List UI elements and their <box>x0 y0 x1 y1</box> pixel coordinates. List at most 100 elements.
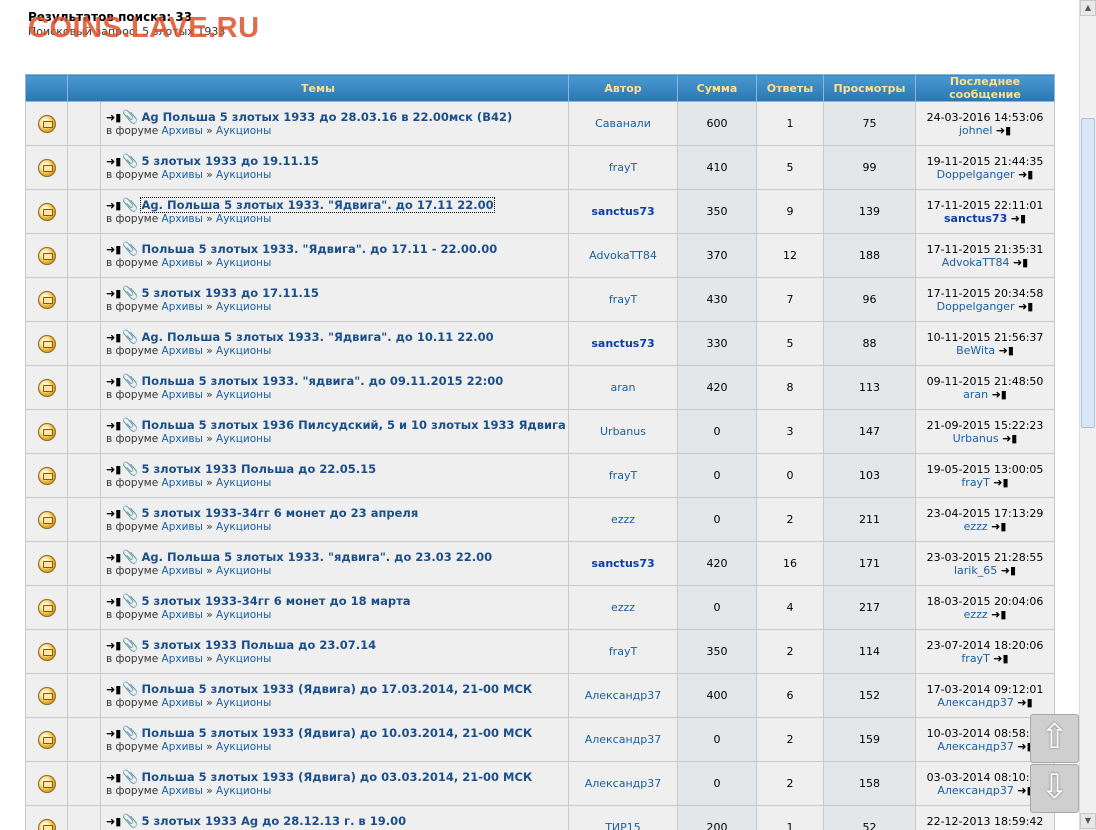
header-author[interactable]: Автор <box>568 74 678 102</box>
go-to-first-unread-icon[interactable]: ➜▮ <box>106 815 121 828</box>
author-link[interactable]: ezzz <box>568 497 678 542</box>
header-sum[interactable]: Сумма <box>677 74 757 102</box>
forum-child-link[interactable]: Аукционы <box>216 653 271 665</box>
go-to-first-unread-icon[interactable]: ➜▮ <box>106 111 121 124</box>
forum-parent-link[interactable]: Архивы <box>162 125 203 137</box>
topic-title-link[interactable]: Ag Польша 5 злотых 1933 до 28.03.16 в 22… <box>141 110 512 124</box>
go-to-last-post-icon[interactable]: ➜▮ <box>1011 212 1026 225</box>
author-link[interactable]: frayT <box>568 277 678 322</box>
last-post-author-link[interactable]: Doppelganger <box>937 300 1015 313</box>
forum-child-link[interactable]: Аукционы <box>216 345 271 357</box>
go-to-first-unread-icon[interactable]: ➜▮ <box>106 551 121 564</box>
forum-parent-link[interactable]: Архивы <box>162 477 203 489</box>
forum-child-link[interactable]: Аукционы <box>216 389 271 401</box>
scrollbar-thumb[interactable] <box>1081 118 1095 428</box>
forum-parent-link[interactable]: Архивы <box>162 389 203 401</box>
forum-parent-link[interactable]: Архивы <box>162 653 203 665</box>
topic-title-link[interactable]: 5 злотых 1933-34гг 6 монет до 18 марта <box>141 594 410 608</box>
go-to-last-post-icon[interactable]: ➜▮ <box>1018 300 1033 313</box>
go-to-first-unread-icon[interactable]: ➜▮ <box>106 155 121 168</box>
header-last-post[interactable]: Последнее сообщение <box>915 74 1055 102</box>
last-post-author-link[interactable]: Urbanus <box>953 432 999 445</box>
forum-child-link[interactable]: Аукционы <box>216 257 271 269</box>
forum-child-link[interactable]: Аукционы <box>216 565 271 577</box>
scroll-up-arrow-icon[interactable]: ⇧ <box>1030 714 1079 763</box>
author-link[interactable]: AdvokaTT84 <box>568 233 678 278</box>
go-to-last-post-icon[interactable]: ➜▮ <box>993 652 1008 665</box>
forum-parent-link[interactable]: Архивы <box>162 565 203 577</box>
go-to-first-unread-icon[interactable]: ➜▮ <box>106 727 121 740</box>
vertical-scrollbar[interactable]: ▲ ▼ <box>1079 0 1096 830</box>
forum-child-link[interactable]: Аукционы <box>216 213 271 225</box>
go-to-first-unread-icon[interactable]: ➜▮ <box>106 243 121 256</box>
forum-child-link[interactable]: Аукционы <box>216 741 271 753</box>
author-link[interactable]: frayT <box>568 629 678 674</box>
header-topics[interactable]: Темы <box>67 74 569 102</box>
go-to-first-unread-icon[interactable]: ➜▮ <box>106 419 121 432</box>
forum-parent-link[interactable]: Архивы <box>162 609 203 621</box>
go-to-first-unread-icon[interactable]: ➜▮ <box>106 683 121 696</box>
forum-child-link[interactable]: Аукционы <box>216 433 271 445</box>
last-post-author-link[interactable]: AdvokaTT84 <box>942 256 1010 269</box>
last-post-author-link[interactable]: ezzz <box>964 520 988 533</box>
forum-child-link[interactable]: Аукционы <box>216 609 271 621</box>
go-to-last-post-icon[interactable]: ➜▮ <box>1018 168 1033 181</box>
scroll-down-arrow-icon[interactable]: ⇩ <box>1030 764 1079 813</box>
last-post-author-link[interactable]: johnel <box>959 124 993 137</box>
topic-title-link[interactable]: 5 злотых 1933-34гг 6 монет до 23 апреля <box>141 506 418 520</box>
topic-title-link[interactable]: 5 злотых 1933 Ag до 28.12.13 г. в 19.00 <box>141 814 406 828</box>
topic-title-link[interactable]: 5 злотых 1933 Польша до 23.07.14 <box>141 638 376 652</box>
forum-parent-link[interactable]: Архивы <box>162 301 203 313</box>
go-to-last-post-icon[interactable]: ➜▮ <box>1013 256 1028 269</box>
header-replies[interactable]: Ответы <box>756 74 824 102</box>
last-post-author-link[interactable]: ezzz <box>964 608 988 621</box>
last-post-author-link[interactable]: Doppelganger <box>937 168 1015 181</box>
last-post-author-link[interactable]: Александр37 <box>937 740 1014 753</box>
forum-parent-link[interactable]: Архивы <box>162 433 203 445</box>
author-link[interactable]: Александр37 <box>568 673 678 718</box>
go-to-first-unread-icon[interactable]: ➜▮ <box>106 771 121 784</box>
go-to-first-unread-icon[interactable]: ➜▮ <box>106 287 121 300</box>
author-link[interactable]: Саванали <box>568 101 678 146</box>
author-link[interactable]: frayT <box>568 453 678 498</box>
author-link[interactable]: sanctus73 <box>568 189 678 234</box>
topic-title-link[interactable]: Польша 5 злотых 1933 (Ядвига) до 10.03.2… <box>141 726 532 740</box>
forum-child-link[interactable]: Аукционы <box>216 477 271 489</box>
forum-parent-link[interactable]: Архивы <box>162 521 203 533</box>
topic-title-link[interactable]: Ag. Польша 5 злотых 1933. "Ядвига". до 1… <box>141 330 493 344</box>
go-to-last-post-icon[interactable]: ➜▮ <box>993 476 1008 489</box>
topic-title-link[interactable]: Польша 5 злотых 1933 (Ядвига) до 17.03.2… <box>141 682 532 696</box>
header-views[interactable]: Просмотры <box>823 74 916 102</box>
go-to-first-unread-icon[interactable]: ➜▮ <box>106 507 121 520</box>
author-link[interactable]: ezzz <box>568 585 678 630</box>
topic-title-link[interactable]: Ag. Польша 5 злотых 1933. "Ядвига". до 1… <box>140 196 495 213</box>
topic-title-link[interactable]: Польша 5 злотых 1933. "ядвига". до 09.11… <box>141 374 503 388</box>
scrollbar-up-button[interactable]: ▲ <box>1080 0 1096 16</box>
author-link[interactable]: sanctus73 <box>568 541 678 586</box>
go-to-last-post-icon[interactable]: ➜▮ <box>999 344 1014 357</box>
topic-title-link[interactable]: Польша 5 злотых 1933. "Ядвига". до 17.11… <box>141 242 497 256</box>
last-post-author-link[interactable]: sanctus73 <box>944 212 1007 225</box>
author-link[interactable]: Александр37 <box>568 717 678 762</box>
last-post-author-link[interactable]: Александр37 <box>937 784 1014 797</box>
forum-parent-link[interactable]: Архивы <box>162 213 203 225</box>
go-to-last-post-icon[interactable]: ➜▮ <box>1017 696 1032 709</box>
go-to-first-unread-icon[interactable]: ➜▮ <box>106 375 121 388</box>
author-link[interactable]: Александр37 <box>568 761 678 806</box>
topic-title-link[interactable]: 5 злотых 1933 до 19.11.15 <box>141 154 318 168</box>
go-to-first-unread-icon[interactable]: ➜▮ <box>106 331 121 344</box>
go-to-last-post-icon[interactable]: ➜▮ <box>992 388 1007 401</box>
forum-parent-link[interactable]: Архивы <box>162 169 203 181</box>
forum-child-link[interactable]: Аукционы <box>216 125 271 137</box>
forum-child-link[interactable]: Аукционы <box>216 697 271 709</box>
forum-parent-link[interactable]: Архивы <box>162 785 203 797</box>
last-post-author-link[interactable]: frayT <box>961 476 989 489</box>
go-to-last-post-icon[interactable]: ➜▮ <box>1001 564 1016 577</box>
forum-child-link[interactable]: Аукционы <box>216 785 271 797</box>
last-post-author-link[interactable]: aran <box>963 388 988 401</box>
forum-child-link[interactable]: Аукционы <box>216 521 271 533</box>
topic-title-link[interactable]: 5 злотых 1933 Польша до 22.05.15 <box>141 462 376 476</box>
last-post-author-link[interactable]: frayT <box>961 652 989 665</box>
go-to-first-unread-icon[interactable]: ➜▮ <box>106 463 121 476</box>
last-post-author-link[interactable]: Александр37 <box>937 696 1014 709</box>
